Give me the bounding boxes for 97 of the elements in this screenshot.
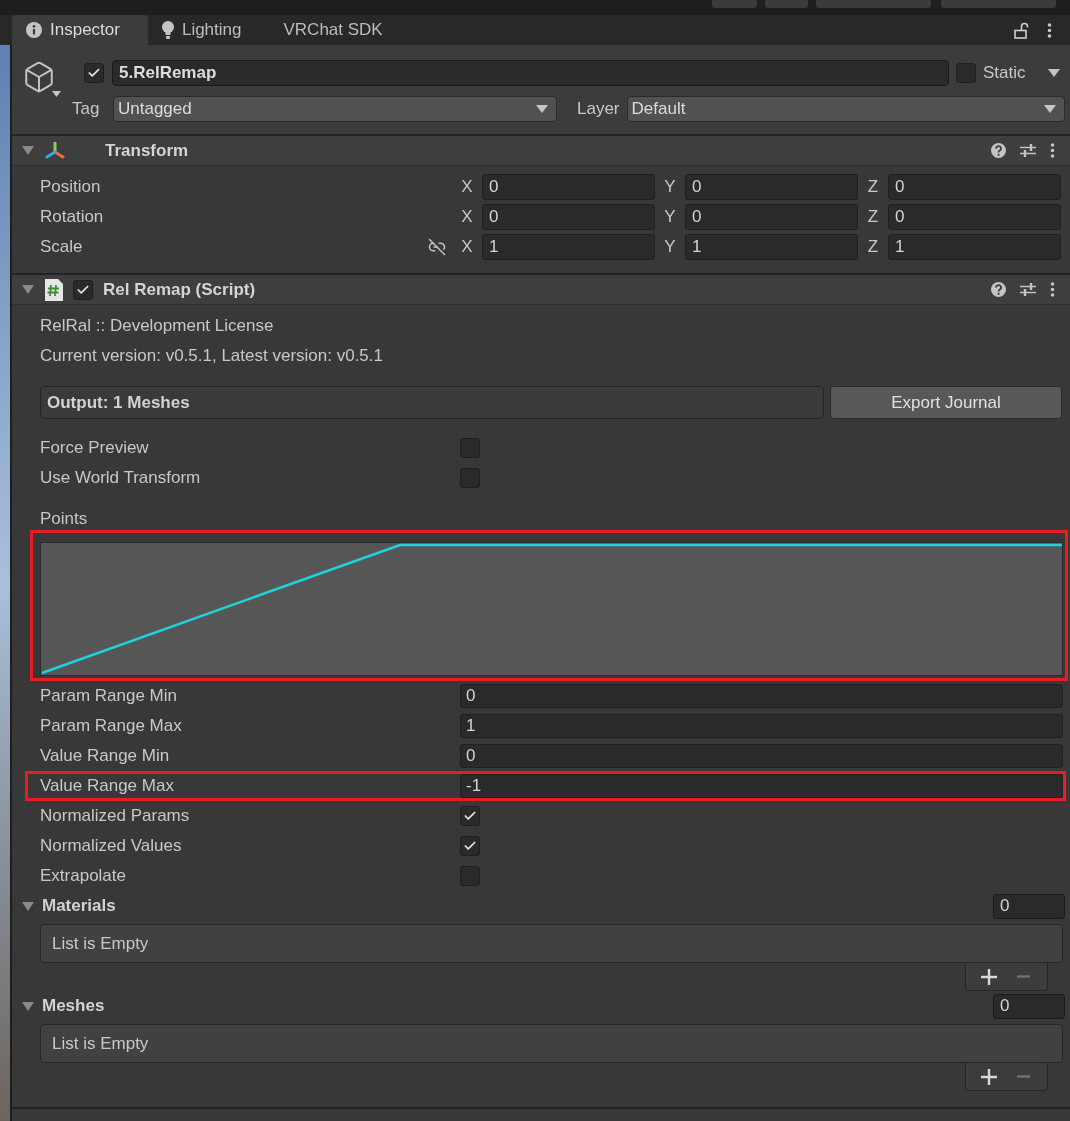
property-label: Param Range Min (40, 685, 177, 708)
axis-label: Z (866, 176, 880, 199)
foldout-caret-icon[interactable] (22, 146, 34, 155)
caret-icon[interactable] (52, 91, 61, 97)
empty-list-panel: List is Empty (40, 924, 1063, 963)
more-icon[interactable] (1050, 143, 1055, 158)
transform-label: Position (40, 176, 101, 199)
property-label: Param Range Max (40, 715, 182, 738)
axis-label: Z (866, 206, 880, 229)
add-button[interactable] (979, 1066, 1000, 1087)
checkbox[interactable] (460, 836, 480, 856)
empty-list-panel: List is Empty (40, 1024, 1063, 1063)
minus-icon (1017, 1075, 1031, 1078)
transform-label: Rotation (40, 206, 104, 229)
tag-dropdown[interactable]: Untagged (113, 96, 557, 122)
component-header[interactable]: Transform (12, 136, 1070, 166)
output-summary: Output: 1 Meshes (40, 386, 824, 419)
property-label: Normalized Values (40, 835, 182, 858)
component-title: Transform (105, 139, 189, 162)
axis-gizmo-icon (45, 141, 65, 160)
number-field[interactable]: 1 (460, 714, 1063, 738)
number-field[interactable]: 0 (685, 204, 858, 230)
axis-label: X (460, 206, 474, 229)
checkbox[interactable] (460, 468, 480, 488)
property-label: Value Range Max (40, 775, 174, 798)
checkbox[interactable] (84, 63, 104, 83)
number-field[interactable]: 1 (482, 234, 655, 260)
unlink-icon[interactable] (428, 238, 446, 256)
help-icon[interactable] (991, 282, 1006, 297)
add-button[interactable] (979, 966, 1000, 987)
number-field[interactable]: 0 (888, 204, 1061, 230)
sliders-icon[interactable] (1020, 282, 1036, 297)
minus-icon (1017, 975, 1031, 978)
more-icon[interactable] (1047, 22, 1052, 38)
number-field[interactable]: 0 (482, 204, 655, 230)
check-icon (87, 66, 101, 80)
axis-label: Y (663, 236, 677, 259)
static-label: Static (983, 62, 1026, 85)
axis-label: Y (663, 206, 677, 229)
property-label: Value Range Min (40, 745, 170, 768)
foldout-caret-icon[interactable] (22, 285, 34, 294)
property-label: Extrapolate (40, 865, 126, 888)
layer-label: Layer (577, 98, 620, 121)
foldout-caret-icon[interactable] (22, 1001, 34, 1011)
plus-icon (981, 968, 998, 985)
layer-dropdown[interactable]: Default (626, 96, 1065, 122)
list-title: Meshes (42, 995, 105, 1018)
help-icon[interactable] (991, 143, 1006, 158)
light-bulb-icon (161, 21, 174, 39)
cube-icon[interactable] (22, 60, 56, 94)
export-button[interactable]: Export Journal (830, 386, 1062, 419)
number-field[interactable]: 0 (685, 174, 858, 200)
checkbox[interactable] (956, 63, 976, 83)
script-file-icon (45, 278, 63, 301)
number-field[interactable]: 0 (460, 744, 1063, 768)
property-label: Use World Transform (40, 467, 201, 490)
number-field[interactable]: 1 (888, 234, 1061, 260)
plus-icon (981, 1068, 998, 1085)
component-title: Rel Remap (Script) (103, 278, 256, 301)
check-icon (463, 809, 477, 823)
checkbox[interactable] (460, 438, 480, 458)
tag-label: Tag (72, 98, 101, 121)
check-icon (463, 839, 477, 853)
number-field[interactable]: -1 (460, 774, 1063, 798)
info-text: Current version: v0.5.1, Latest version: v0.5.1 (40, 345, 383, 368)
property-label: Force Preview (40, 437, 149, 460)
list-title: Materials (42, 895, 116, 918)
axis-label: X (460, 176, 474, 199)
transform-label: Scale (40, 236, 83, 259)
number-field[interactable]: 1 (685, 234, 858, 260)
panel-tab[interactable]: VRChat SDK (269, 15, 411, 45)
more-icon[interactable] (1050, 282, 1055, 297)
foldout-caret-icon[interactable] (22, 901, 34, 911)
name-field[interactable]: 5.RelRemap (112, 60, 949, 86)
axis-label: Z (866, 236, 880, 259)
count-field[interactable]: 0 (993, 893, 1065, 919)
property-label: Points (40, 508, 88, 531)
info-text: RelRal :: Development License (40, 315, 274, 338)
open-padlock-icon[interactable] (1014, 21, 1029, 39)
axis-label: Y (663, 176, 677, 199)
number-field[interactable]: 0 (888, 174, 1061, 200)
panel-tab[interactable]: Inspector (12, 15, 148, 45)
axis-label: X (460, 236, 474, 259)
caret-icon (1048, 69, 1060, 77)
number-field[interactable]: 0 (460, 684, 1063, 708)
checkbox[interactable] (460, 806, 480, 826)
caret-icon (1044, 105, 1056, 113)
sliders-icon[interactable] (1020, 143, 1036, 158)
caret-icon (536, 105, 548, 113)
info-icon (26, 22, 42, 38)
property-label: Normalized Params (40, 805, 190, 828)
panel-tab[interactable]: Lighting (147, 15, 270, 45)
component-header[interactable]: Rel Remap (Script) (12, 275, 1070, 305)
checkbox[interactable] (73, 279, 93, 300)
number-field[interactable]: 0 (482, 174, 655, 200)
checkbox[interactable] (460, 866, 480, 886)
count-field[interactable]: 0 (993, 993, 1065, 1019)
